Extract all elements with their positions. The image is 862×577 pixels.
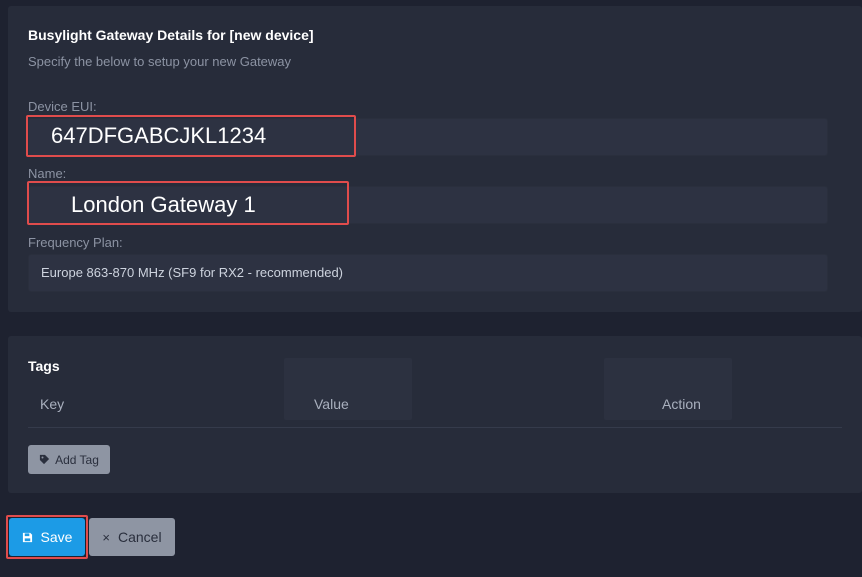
name-label: Name:	[28, 166, 67, 181]
tags-card: Tags Key Value Action Add Tag	[8, 336, 862, 493]
frequency-plan-value: Europe 863-870 MHz (SF9 for RX2 - recomm…	[41, 265, 344, 280]
tag-icon	[39, 454, 50, 465]
tags-title: Tags	[28, 358, 60, 374]
frequency-plan-label: Frequency Plan:	[28, 235, 123, 250]
gateway-details-title: Busylight Gateway Details for [new devic…	[28, 27, 314, 43]
name-field[interactable]: London Gateway 1	[28, 186, 828, 224]
frequency-plan-select[interactable]: Europe 863-870 MHz (SF9 for RX2 - recomm…	[28, 254, 828, 292]
device-eui-field[interactable]: 647DFGABCJKL1234	[28, 118, 828, 156]
close-icon: ×	[102, 529, 110, 545]
device-eui-value: 647DFGABCJKL1234	[51, 123, 267, 148]
column-key: Key	[40, 396, 65, 412]
device-eui-label: Device EUI:	[28, 99, 97, 114]
save-label: Save	[40, 529, 73, 545]
add-tag-label: Add Tag	[55, 452, 99, 467]
cancel-button[interactable]: × Cancel	[89, 518, 175, 556]
name-value: London Gateway 1	[71, 192, 256, 217]
save-button[interactable]: Save	[9, 518, 85, 556]
add-tag-button[interactable]: Add Tag	[28, 445, 110, 474]
column-value: Value	[314, 396, 349, 412]
cancel-label: Cancel	[118, 529, 162, 545]
tags-table-header: Key Value Action	[28, 384, 842, 428]
gateway-details-card: Busylight Gateway Details for [new devic…	[8, 6, 862, 312]
column-action: Action	[662, 396, 701, 412]
floppy-disk-icon	[22, 532, 32, 542]
gateway-details-subtitle: Specify the below to setup your new Gate…	[28, 54, 292, 69]
